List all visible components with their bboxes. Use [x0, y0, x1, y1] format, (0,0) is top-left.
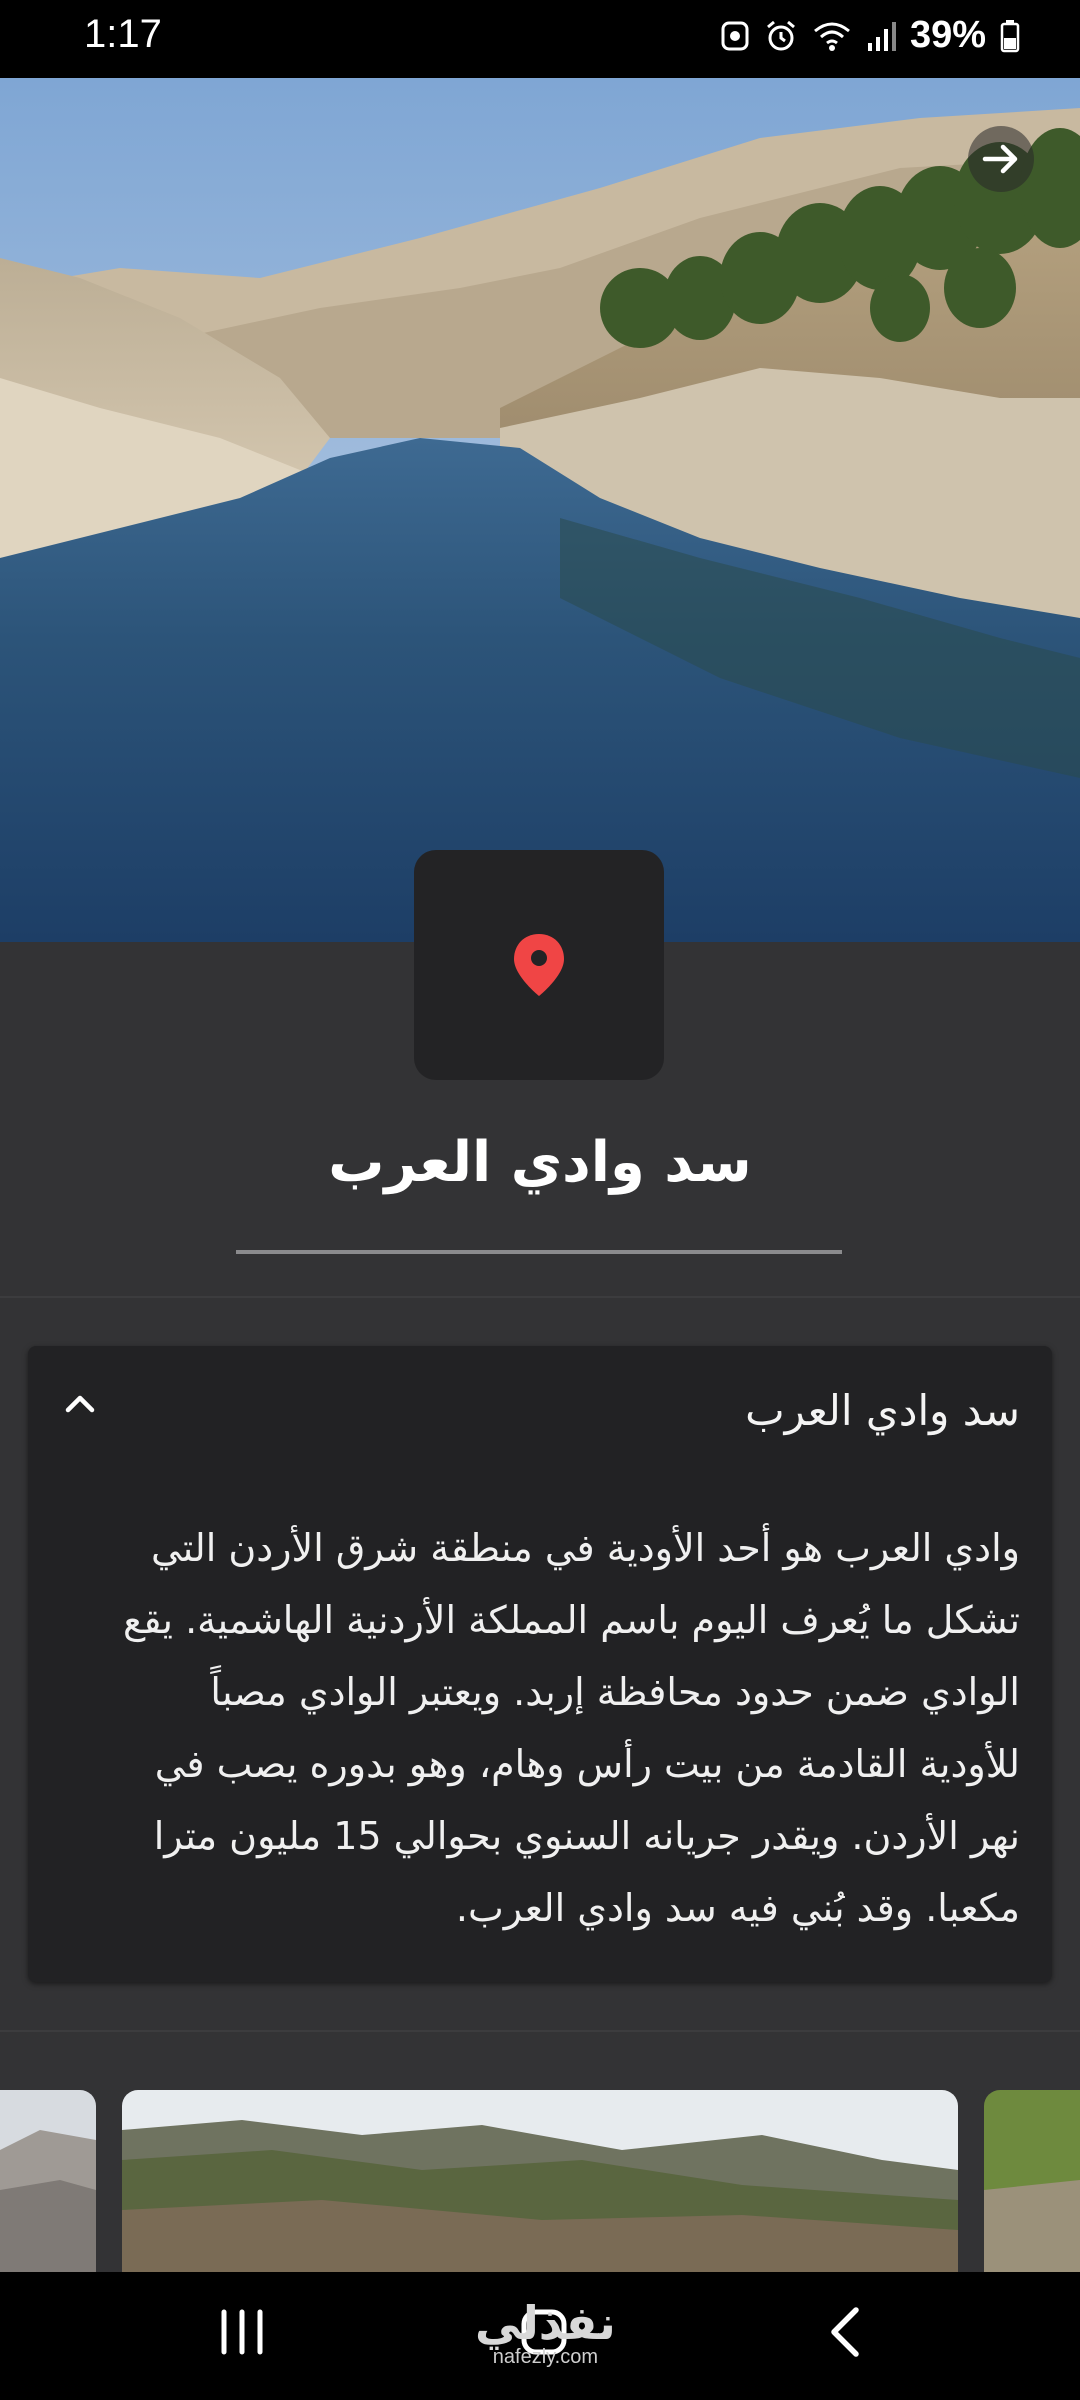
dam-landscape-image: [0, 78, 1080, 942]
battery-icon: [1000, 19, 1020, 53]
description-line: وادي العرب هو أحد الأودية في منطقة شرق ا…: [150, 1526, 1020, 1570]
watermark: نفذلي nafezly.com: [475, 2300, 616, 2369]
place-title: سد وادي العرب: [328, 1130, 752, 1195]
status-icons: 39%: [720, 14, 1020, 57]
battery-percentage: 39%: [909, 14, 986, 56]
panel-description: وادي العرب هو أحد الأودية في منطقة شرق ا…: [60, 1512, 1020, 1944]
panel-header[interactable]: سد وادي العرب: [28, 1346, 1052, 1476]
panel-title: سد وادي العرب: [745, 1386, 1020, 1435]
map-pin-icon: [514, 934, 564, 996]
description-line: الوادي ضمن حدود محافظة إربد. ويعتبر الوا…: [210, 1670, 1020, 1714]
section-divider: [0, 1296, 1080, 1298]
recent-apps-icon: [221, 2309, 263, 2355]
hero-image: [0, 78, 1080, 942]
chevron-up-icon[interactable]: [60, 1384, 100, 1424]
arrow-right-icon: [982, 144, 1018, 174]
title-underline: [236, 1250, 842, 1254]
status-bar: 1:17 39%: [0, 0, 1080, 78]
app-notification-icon: [720, 19, 750, 53]
description-line: للأودية القادمة من بيت رأس وهام، وهو بدو…: [154, 1742, 1020, 1786]
back-icon: [831, 2307, 859, 2357]
location-pin-card[interactable]: [414, 850, 664, 1080]
signal-icon: [866, 19, 896, 53]
watermark-logo-text: نفذلي: [475, 2296, 616, 2350]
back-button[interactable]: [820, 2302, 870, 2366]
description-panel: سد وادي العرب وادي العرب هو أحد الأودية …: [28, 1346, 1052, 1982]
section-divider: [0, 2030, 1080, 2032]
gallery-thumbnail[interactable]: [122, 2090, 958, 2272]
recent-apps-button[interactable]: [218, 2302, 266, 2366]
description-line: مكعبا. وقد بُني فيه سد وادي العرب.: [455, 1886, 1020, 1930]
image-gallery[interactable]: [0, 2090, 1080, 2272]
next-image-button[interactable]: [968, 126, 1034, 192]
gallery-thumbnail[interactable]: [984, 2090, 1080, 2272]
wifi-icon: [812, 19, 852, 53]
watermark-url: nafezly.com: [492, 2346, 598, 2368]
gallery-thumbnail[interactable]: [0, 2090, 96, 2272]
description-line: نهر الأردن. ويقدر جريانه السنوي بحوالي 1…: [153, 1814, 1020, 1858]
description-line: تشكل ما يُعرف اليوم باسم المملكة الأردني…: [122, 1598, 1020, 1642]
alarm-icon: [764, 19, 798, 53]
status-time: 1:17: [84, 12, 162, 56]
